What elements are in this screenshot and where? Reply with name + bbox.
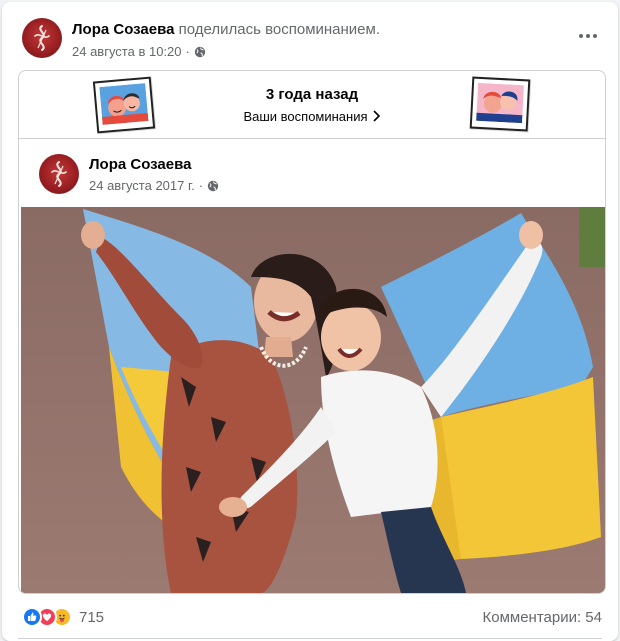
post-meta: 24 августа в 10:20 · — [72, 44, 206, 59]
shared-post-timestamp[interactable]: 24 августа 2017 г. — [89, 178, 195, 193]
meta-separator: · — [185, 44, 190, 59]
footer-divider — [18, 638, 602, 639]
meta-separator: · — [198, 178, 204, 193]
shared-post-meta: 24 августа 2017 г. · — [89, 178, 219, 193]
author-action: поделилась воспоминанием. — [178, 21, 380, 38]
more-dot — [586, 34, 590, 38]
your-memories-label: Ваши воспоминания — [243, 109, 368, 124]
avatar-signature-icon — [34, 25, 50, 51]
post-photo[interactable] — [21, 207, 605, 593]
shared-author-name[interactable]: Лора Созаева — [89, 156, 191, 173]
shared-author-avatar[interactable] — [39, 154, 79, 194]
post-timestamp[interactable]: 24 августа в 10:20 — [72, 44, 182, 59]
reactions-summary[interactable]: 715 — [22, 607, 104, 627]
chevron-right-icon — [372, 110, 380, 122]
comments-count[interactable]: Комментарии: 54 — [483, 609, 603, 626]
author-name[interactable]: Лора Созаева — [72, 21, 174, 38]
woman-and-boy-with-flag-photo — [21, 207, 605, 593]
kiss-polaroid-illustration — [469, 76, 531, 132]
like-icon — [22, 607, 42, 627]
memory-post-card: Лора Созаева поделилась воспоминанием. 2… — [2, 2, 618, 641]
memory-banner: 3 года назад Ваши воспоминания — [19, 71, 605, 139]
globe-icon[interactable] — [194, 46, 206, 58]
avatar-signature-icon — [51, 161, 67, 187]
globe-icon[interactable] — [207, 180, 219, 192]
kiss-illustration-icon — [476, 82, 525, 124]
memory-frame: 3 года назад Ваши воспоминания Лора Соза… — [18, 70, 606, 594]
more-horizontal-icon — [579, 34, 583, 38]
author-line: Лора Созаева поделилась воспоминанием. — [72, 21, 380, 38]
shared-post-header: Лора Созаева 24 августа 2017 г. · — [19, 140, 605, 206]
reaction-count: 715 — [79, 608, 105, 626]
post-header: Лора Созаева поделилась воспоминанием. 2… — [2, 2, 618, 68]
more-dot — [593, 34, 597, 38]
author-avatar[interactable] — [22, 18, 62, 58]
more-options-button[interactable] — [572, 24, 604, 48]
